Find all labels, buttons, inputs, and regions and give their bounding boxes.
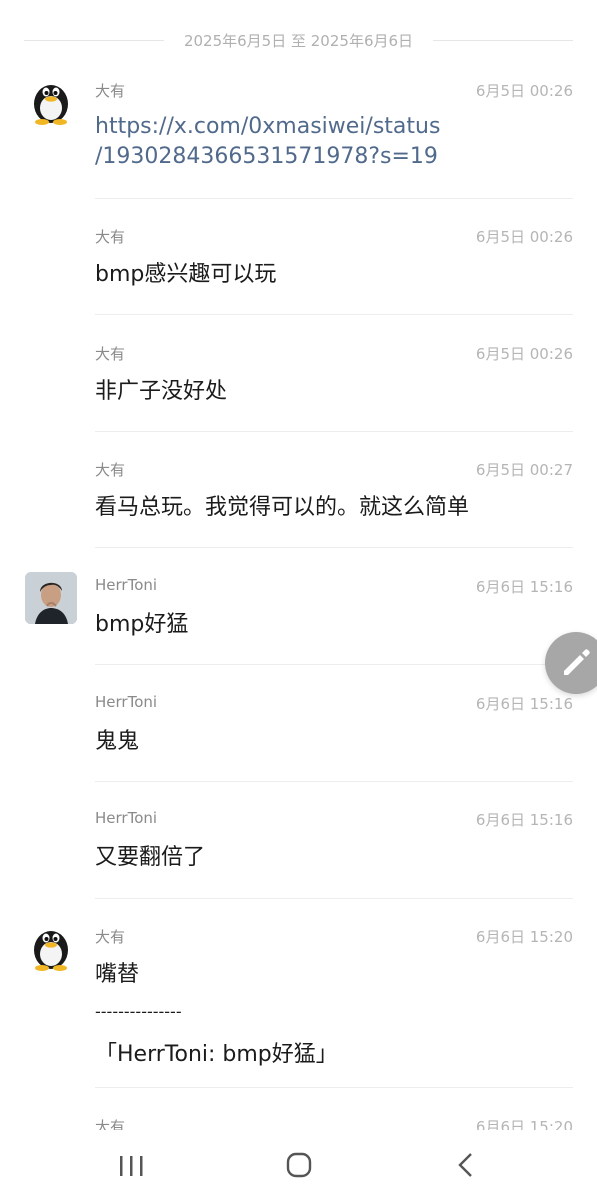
message-time: 6月5日 00:26 xyxy=(475,228,573,246)
message-link[interactable]: https://x.com/0xmasiwei/status /19302843… xyxy=(95,112,573,172)
sender-name: 大有 xyxy=(95,461,126,479)
message-text[interactable]: 嘴替 xyxy=(95,960,573,990)
message-divider xyxy=(95,664,573,665)
message-divider xyxy=(95,314,573,315)
message-text[interactable]: 鬼鬼 xyxy=(95,727,573,757)
message-text[interactable]: 非广子没好处 xyxy=(95,377,573,407)
pencil-icon xyxy=(564,649,590,675)
link-line-1[interactable]: https://x.com/0xmasiwei/status xyxy=(95,112,573,142)
recent-apps-icon xyxy=(120,1156,143,1176)
quoted-message[interactable]: 「HerrToni: bmp好猛」 xyxy=(95,1036,338,1068)
message-time: 6月5日 00:26 xyxy=(475,345,573,363)
sender-name: HerrToni xyxy=(95,576,158,594)
message-time: 6月6日 15:16 xyxy=(475,578,573,596)
message-time: 6月5日 00:27 xyxy=(475,461,573,479)
home-icon xyxy=(286,1152,312,1178)
person-photo-avatar-icon[interactable] xyxy=(25,572,77,624)
message-text[interactable]: 看马总玩。我觉得可以的。就这么简单 xyxy=(95,493,573,523)
message-divider xyxy=(95,431,573,432)
sender-name: 大有 xyxy=(95,82,126,100)
back-button[interactable] xyxy=(444,1148,488,1182)
divider-right xyxy=(433,40,573,41)
message-text[interactable]: bmp好猛 xyxy=(95,610,573,640)
chat-history-screen: 2025年6月5日 至 2025年6月6日 大有 6月5日 00:26 http… xyxy=(0,0,597,1200)
sender-name: HerrToni xyxy=(95,693,158,711)
message-divider xyxy=(95,898,573,899)
message-divider xyxy=(95,547,573,548)
quote-separator: --------------- xyxy=(95,1002,182,1021)
message-divider xyxy=(95,1087,573,1088)
sender-name: 大有 xyxy=(95,345,126,363)
sender-name: 大有 xyxy=(95,928,126,946)
back-icon xyxy=(458,1153,472,1177)
message-text[interactable]: 又要翻倍了 xyxy=(95,843,573,873)
sender-name: 大有 xyxy=(95,228,126,246)
edit-button[interactable] xyxy=(545,632,597,694)
message-time: 6月6日 15:20 xyxy=(475,928,573,946)
message-time: 6月6日 15:16 xyxy=(475,695,573,713)
message-time: 6月6日 15:16 xyxy=(475,811,573,829)
qq-penguin-avatar-icon[interactable] xyxy=(25,920,77,972)
message-divider xyxy=(95,198,573,199)
link-line-2[interactable]: /1930284366531571978?s=19 xyxy=(95,142,573,172)
message-time: 6月5日 00:26 xyxy=(475,82,573,100)
message-divider xyxy=(95,781,573,782)
qq-penguin-avatar-icon[interactable] xyxy=(25,74,77,126)
message-text[interactable]: bmp感兴趣可以玩 xyxy=(95,260,573,290)
sender-name: HerrToni xyxy=(95,809,158,827)
home-button[interactable] xyxy=(277,1148,321,1182)
system-navigation-bar xyxy=(0,1130,597,1200)
date-range-header: 2025年6月5日 至 2025年6月6日 xyxy=(24,28,573,54)
recent-apps-button[interactable] xyxy=(110,1148,154,1182)
